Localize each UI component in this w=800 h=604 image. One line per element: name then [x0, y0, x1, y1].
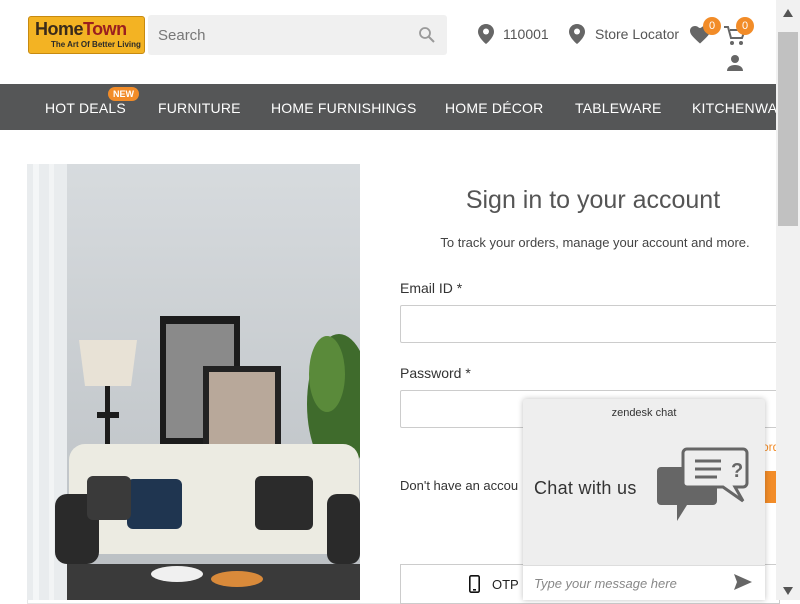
- search-input[interactable]: Search: [148, 15, 447, 55]
- chat-bubbles-icon: ?: [657, 447, 749, 532]
- nav-item-home-furnishings[interactable]: HOME FURNISHINGS: [271, 100, 417, 116]
- user-account-icon[interactable]: [726, 54, 744, 77]
- email-label: Email ID *: [400, 280, 463, 296]
- nav-item-tableware[interactable]: TABLEWARE: [575, 100, 662, 116]
- location-pin-icon[interactable]: [478, 24, 494, 49]
- wishlist-count-badge: 0: [703, 17, 721, 35]
- search-icon[interactable]: [418, 26, 436, 49]
- logo-tagline: The Art Of Better Living: [51, 40, 141, 49]
- new-badge: NEW: [108, 87, 139, 101]
- store-locator-link[interactable]: Store Locator: [595, 26, 679, 42]
- hometown-logo[interactable]: HomeTown The Art Of Better Living: [28, 16, 145, 54]
- site-header: HomeTown The Art Of Better Living Search…: [0, 0, 776, 84]
- main-nav: HOT DEALS NEW FURNITURE HOME FURNISHINGS…: [0, 84, 776, 130]
- search-placeholder: Search: [158, 27, 206, 44]
- no-account-text: Don't have an accou: [400, 478, 519, 493]
- chat-message-placeholder: Type your message here: [534, 576, 677, 591]
- signin-title: Sign in to your account: [465, 186, 721, 214]
- mobile-phone-icon: [469, 575, 480, 598]
- zendesk-chat-widget[interactable]: zendesk chat Chat with us ? Type your me…: [523, 399, 765, 600]
- scrollbar-thumb[interactable]: [778, 32, 798, 226]
- svg-text:?: ?: [731, 460, 743, 482]
- send-arrow-icon[interactable]: [734, 573, 752, 596]
- chat-message-input[interactable]: Type your message here: [523, 565, 765, 600]
- nav-item-furniture[interactable]: FURNITURE: [158, 100, 241, 116]
- nav-item-hot-deals[interactable]: HOT DEALS: [45, 100, 126, 116]
- otp-label: OTP: [492, 577, 519, 592]
- nav-item-home-decor[interactable]: HOME DÉCOR: [445, 100, 543, 116]
- scroll-down-arrow-icon[interactable]: [783, 582, 793, 600]
- nav-item-kitchenware[interactable]: KITCHENWA: [692, 100, 776, 116]
- cart-count-badge: 0: [736, 17, 754, 35]
- store-pin-icon[interactable]: [569, 24, 585, 49]
- signin-subtitle: To track your orders, manage your accoun…: [440, 235, 750, 250]
- password-label: Password *: [400, 365, 471, 381]
- email-field[interactable]: [400, 305, 780, 343]
- pincode-text[interactable]: 110001: [503, 26, 549, 42]
- living-room-photo: [27, 164, 360, 600]
- scroll-up-arrow-icon[interactable]: [783, 4, 793, 22]
- page-scrollbar[interactable]: [776, 0, 800, 600]
- logo-text: HomeTown: [35, 19, 127, 39]
- chat-brand: zendesk chat: [611, 407, 677, 419]
- chat-with-us-text[interactable]: Chat with us: [534, 478, 637, 499]
